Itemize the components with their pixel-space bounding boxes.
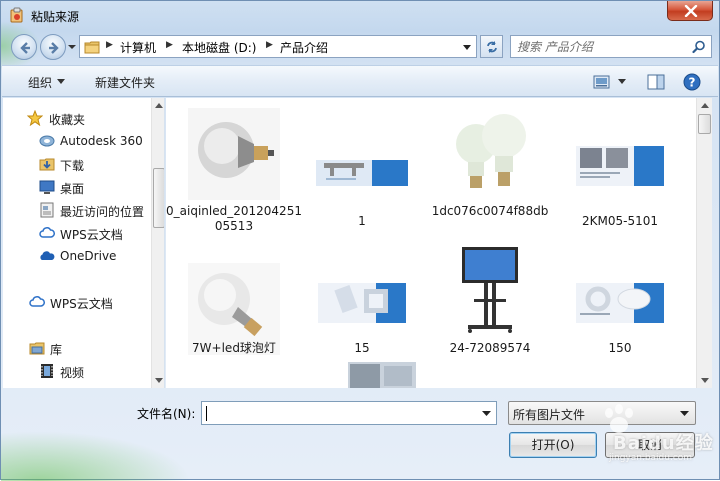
file-name: 15 bbox=[354, 341, 370, 355]
sidebar-item-autodesk[interactable]: Autodesk 360 bbox=[3, 131, 151, 151]
file-name: 0_aiqinled_20120425105513 bbox=[166, 204, 302, 233]
text-caret bbox=[206, 406, 207, 421]
cloud-icon bbox=[29, 296, 45, 307]
chevron-down-icon[interactable] bbox=[618, 79, 626, 85]
chevron-down-icon[interactable] bbox=[462, 44, 472, 52]
sidebar-item-label: WPS云文档 bbox=[50, 297, 113, 311]
sidebar-item-wps-cloud[interactable]: WPS云文档 bbox=[3, 223, 151, 243]
sidebar-item-downloads[interactable]: 下载 bbox=[3, 154, 151, 174]
sidebar-item-desktop[interactable]: 桌面 bbox=[3, 177, 151, 197]
download-folder-icon bbox=[39, 158, 55, 171]
file-name: 1dc076c0074f88db bbox=[431, 204, 549, 218]
scrollbar-thumb[interactable] bbox=[153, 168, 164, 228]
scroll-down-icon[interactable] bbox=[701, 378, 709, 384]
wps-paste-icon bbox=[10, 7, 23, 23]
arrow-left-icon bbox=[20, 42, 30, 54]
sidebar-item-label: Autodesk 360 bbox=[60, 134, 143, 148]
library-icon bbox=[29, 342, 45, 355]
sidebar-item-label: 收藏夹 bbox=[49, 113, 86, 127]
filename-label: 文件名(N): bbox=[137, 407, 196, 421]
sidebar-item-wps-cloud-root[interactable]: WPS云文档 bbox=[3, 292, 151, 312]
file-name: 150 bbox=[608, 341, 632, 355]
scroll-up-icon[interactable] bbox=[701, 102, 709, 108]
breadcrumb-product-folder[interactable]: 产品介绍 bbox=[280, 39, 328, 56]
sidebar-item-label: 最近访问的位置 bbox=[60, 205, 145, 219]
chevron-down-icon[interactable] bbox=[57, 79, 65, 85]
window-title: 粘贴来源 bbox=[31, 10, 80, 24]
partial-image-thumbnail bbox=[348, 362, 416, 388]
scroll-down-icon[interactable] bbox=[155, 378, 163, 384]
preview-pane-icon[interactable] bbox=[647, 74, 665, 90]
autodesk-icon bbox=[39, 135, 55, 147]
sidebar-item-libraries[interactable]: 库 bbox=[3, 338, 151, 358]
desktop-glow bbox=[1, 431, 191, 481]
help-icon[interactable]: ? bbox=[683, 73, 701, 91]
breadcrumb-separator[interactable]: ▶ bbox=[166, 40, 173, 50]
arrow-right-icon bbox=[49, 42, 59, 54]
file-name: 24-72089574 bbox=[449, 341, 531, 355]
navigation-pane[interactable]: 收藏夹 Autodesk 360 下载 桌面 最近访问的位置 WPS云文档 On… bbox=[3, 98, 165, 388]
sidebar-item-label: OneDrive bbox=[60, 249, 117, 263]
back-button[interactable] bbox=[11, 34, 37, 60]
star-icon bbox=[27, 110, 43, 126]
sidebar-item-label: 库 bbox=[50, 343, 63, 357]
breadcrumb-separator[interactable]: ▶ bbox=[266, 40, 273, 50]
onedrive-icon bbox=[40, 251, 55, 260]
sidebar-item-label: WPS云文档 bbox=[60, 228, 123, 242]
new-folder-button[interactable]: 新建文件夹 bbox=[95, 74, 155, 91]
title-bar[interactable]: 粘贴来源 bbox=[1, 1, 719, 31]
file-list-scrollbar[interactable] bbox=[696, 98, 712, 388]
command-toolbar: 组织 新建文件夹 ? bbox=[2, 65, 718, 97]
banner-image-thumbnail bbox=[316, 160, 408, 186]
close-button[interactable] bbox=[667, 1, 713, 21]
cancel-button[interactable]: 取消 bbox=[605, 432, 695, 458]
open-button[interactable]: 打开(O) bbox=[509, 432, 597, 458]
folder-icon bbox=[84, 41, 100, 54]
filetype-value: 所有图片文件 bbox=[513, 408, 586, 422]
bulb-pair-thumbnail bbox=[444, 108, 536, 200]
sidebar-item-label: 下载 bbox=[60, 159, 85, 173]
chevron-down-icon bbox=[680, 411, 689, 416]
sidebar-item-recent-places[interactable]: 最近访问的位置 bbox=[3, 200, 151, 220]
view-mode-icon[interactable] bbox=[593, 74, 611, 90]
bulb-gray-thumbnail bbox=[188, 108, 280, 200]
search-icon[interactable] bbox=[692, 40, 706, 54]
filetype-select[interactable]: 所有图片文件 bbox=[508, 401, 696, 425]
organize-button[interactable]: 组织 bbox=[28, 74, 52, 91]
product-sheet-thumbnail bbox=[576, 146, 664, 186]
file-name: 7W+led球泡灯 bbox=[192, 341, 276, 355]
sidebar-item-label: 视频 bbox=[60, 366, 85, 380]
breadcrumb-computer[interactable]: 计算机 bbox=[120, 39, 156, 56]
sidebar-item-videos[interactable]: 视频 bbox=[3, 361, 151, 381]
file-name: 1 bbox=[358, 214, 366, 228]
sidebar-item-onedrive[interactable]: OneDrive bbox=[3, 246, 151, 266]
chevron-down-icon[interactable] bbox=[482, 411, 491, 417]
video-icon bbox=[41, 364, 53, 378]
address-bar[interactable]: ▶ 计算机 ▶ 本地磁盘 (D:) ▶ 产品介绍 bbox=[79, 35, 477, 58]
sidebar-scrollbar[interactable] bbox=[151, 98, 164, 388]
refresh-button[interactable] bbox=[480, 35, 503, 58]
sidebar-item-favorites[interactable]: 收藏夹 bbox=[3, 108, 151, 128]
filename-combobox[interactable] bbox=[201, 401, 497, 425]
scroll-up-icon[interactable] bbox=[155, 102, 163, 108]
close-icon bbox=[684, 5, 698, 17]
file-list-pane[interactable]: 0_aiqinled_20120425105513 1 1dc076c0074f… bbox=[166, 98, 697, 388]
cloud-icon bbox=[39, 227, 55, 238]
svg-text:?: ? bbox=[689, 76, 696, 90]
tv-stand-thumbnail bbox=[444, 243, 536, 335]
breadcrumb-separator[interactable]: ▶ bbox=[106, 40, 113, 50]
desktop-icon bbox=[39, 180, 55, 194]
recent-pages-dropdown-icon[interactable] bbox=[67, 42, 77, 52]
file-dialog-window: 粘贴来源 ▶ 计算机 ▶ 本地磁盘 (D:) ▶ 产品介绍 搜索 产品介绍 组织… bbox=[0, 0, 720, 481]
search-input[interactable] bbox=[515, 38, 685, 55]
forward-button[interactable] bbox=[40, 34, 66, 60]
breadcrumb-local-disk[interactable]: 本地磁盘 (D:) bbox=[182, 39, 256, 56]
recent-places-icon bbox=[40, 202, 54, 218]
file-name: 2KM05-5101 bbox=[582, 214, 658, 228]
refresh-icon bbox=[487, 41, 497, 53]
filename-input[interactable] bbox=[205, 404, 475, 422]
sidebar-item-label: 桌面 bbox=[60, 182, 85, 196]
scrollbar-thumb[interactable] bbox=[698, 114, 711, 134]
search-box[interactable] bbox=[510, 35, 712, 58]
